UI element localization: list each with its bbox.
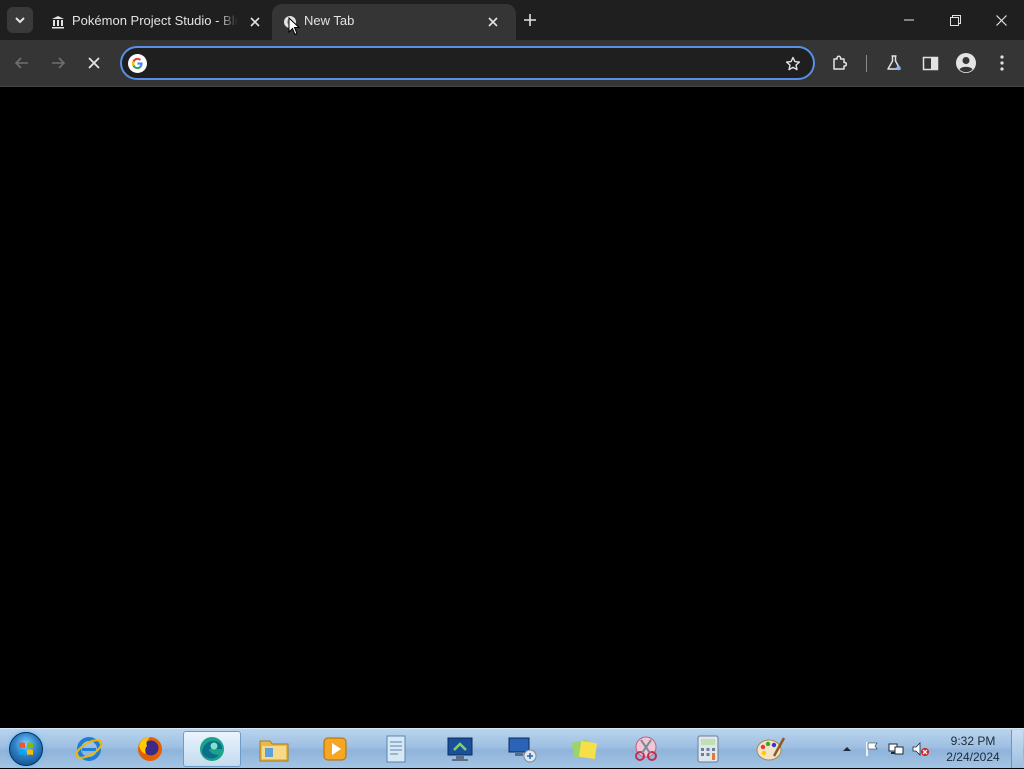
- clock-date: 2/24/2024: [946, 750, 1000, 764]
- taskbar-internet-explorer[interactable]: [60, 731, 118, 767]
- system-tray: [840, 729, 930, 769]
- clock-time: 9:32 PM: [950, 734, 996, 748]
- arrow-right-icon: [52, 57, 66, 69]
- taskbar-network-manager[interactable]: [493, 731, 551, 767]
- plus-icon: [524, 14, 536, 26]
- tab-title: Pokémon Project Studio - Blue: [72, 13, 238, 28]
- edge-icon: [200, 737, 224, 761]
- taskbar-clock[interactable]: 9:32 PM 2/24/2024: [940, 733, 1006, 765]
- tab-close-icon[interactable]: [484, 13, 502, 31]
- bookmark-star-icon[interactable]: [783, 54, 803, 74]
- mouse-cursor-icon: [288, 17, 300, 36]
- taskbar: 9:32 PM 2/24/2024: [0, 728, 1024, 768]
- taskbar-snipping-tool[interactable]: [617, 731, 675, 767]
- tab-strip: Pokémon Project Studio - Blue New Tab: [0, 0, 1024, 40]
- taskbar-browser-active[interactable]: [183, 731, 241, 767]
- address-input[interactable]: [156, 52, 756, 74]
- internet-explorer-icon: [75, 737, 103, 761]
- windows-logo-icon: [9, 732, 43, 766]
- profile-button[interactable]: [954, 51, 978, 75]
- stop-loading-button[interactable]: [80, 49, 108, 77]
- new-tab-button[interactable]: [519, 9, 541, 31]
- browser-menu-button[interactable]: [990, 51, 1014, 75]
- tab-search-button[interactable]: [7, 7, 33, 33]
- kebab-menu-icon: [1000, 55, 1004, 71]
- restore-icon: [949, 14, 961, 26]
- taskbar-remote-desktop[interactable]: [431, 731, 489, 767]
- side-panel-button[interactable]: [918, 51, 942, 75]
- monitor-icon: [447, 737, 473, 761]
- calculator-icon: [697, 735, 719, 763]
- back-button[interactable]: [8, 49, 36, 77]
- volume-muted-icon[interactable]: [912, 741, 930, 757]
- document-icon: [386, 735, 406, 763]
- google-icon: [128, 54, 147, 73]
- paint-palette-icon: [756, 737, 786, 761]
- flask-icon: [887, 55, 901, 71]
- minimize-icon: [904, 19, 914, 21]
- close-icon: [88, 57, 100, 69]
- chevron-down-icon: [15, 17, 25, 24]
- tab-close-icon[interactable]: [246, 13, 264, 31]
- restore-button[interactable]: [932, 0, 978, 40]
- page-content: [0, 88, 1024, 728]
- avatar-icon: [956, 53, 976, 73]
- taskbar-document-viewer[interactable]: [367, 731, 425, 767]
- extensions-button[interactable]: [828, 51, 852, 75]
- side-panel-icon: [922, 56, 938, 70]
- network-icon[interactable]: [888, 741, 906, 757]
- tab-new-tab[interactable]: New Tab: [272, 4, 516, 40]
- taskbar-media-player[interactable]: [306, 731, 364, 767]
- taskbar-sticky-notes[interactable]: [555, 731, 613, 767]
- minimize-button[interactable]: [886, 0, 932, 40]
- action-center-flag-icon[interactable]: [864, 741, 880, 757]
- puzzle-piece-icon: [833, 55, 848, 70]
- arrow-left-icon: [14, 57, 28, 69]
- scissors-icon: [635, 736, 657, 761]
- media-player-icon: [323, 737, 347, 761]
- close-window-button[interactable]: [978, 0, 1024, 40]
- tab-pokemon-project-studio[interactable]: Pokémon Project Studio - Blue: [40, 4, 270, 40]
- show-desktop-button[interactable]: [1011, 730, 1023, 768]
- tab-title: New Tab: [304, 13, 355, 28]
- start-button[interactable]: [5, 730, 47, 768]
- close-icon: [995, 14, 1007, 26]
- taskbar-file-explorer[interactable]: [245, 731, 303, 767]
- firefox-icon: [138, 737, 162, 761]
- show-hidden-icons-icon[interactable]: [840, 742, 854, 756]
- labs-button[interactable]: [882, 51, 906, 75]
- taskbar-firefox[interactable]: [121, 731, 179, 767]
- address-bar[interactable]: [120, 46, 815, 80]
- toolbar-separator: [866, 55, 867, 72]
- taskbar-calculator[interactable]: [679, 731, 737, 767]
- museum-icon: [50, 14, 66, 30]
- network-computer-icon: [508, 737, 537, 763]
- forward-button[interactable]: [44, 49, 72, 77]
- browser-toolbar: [0, 40, 1024, 87]
- folder-icon: [259, 740, 289, 762]
- sticky-notes-icon: [571, 739, 598, 760]
- taskbar-paint[interactable]: [741, 731, 799, 767]
